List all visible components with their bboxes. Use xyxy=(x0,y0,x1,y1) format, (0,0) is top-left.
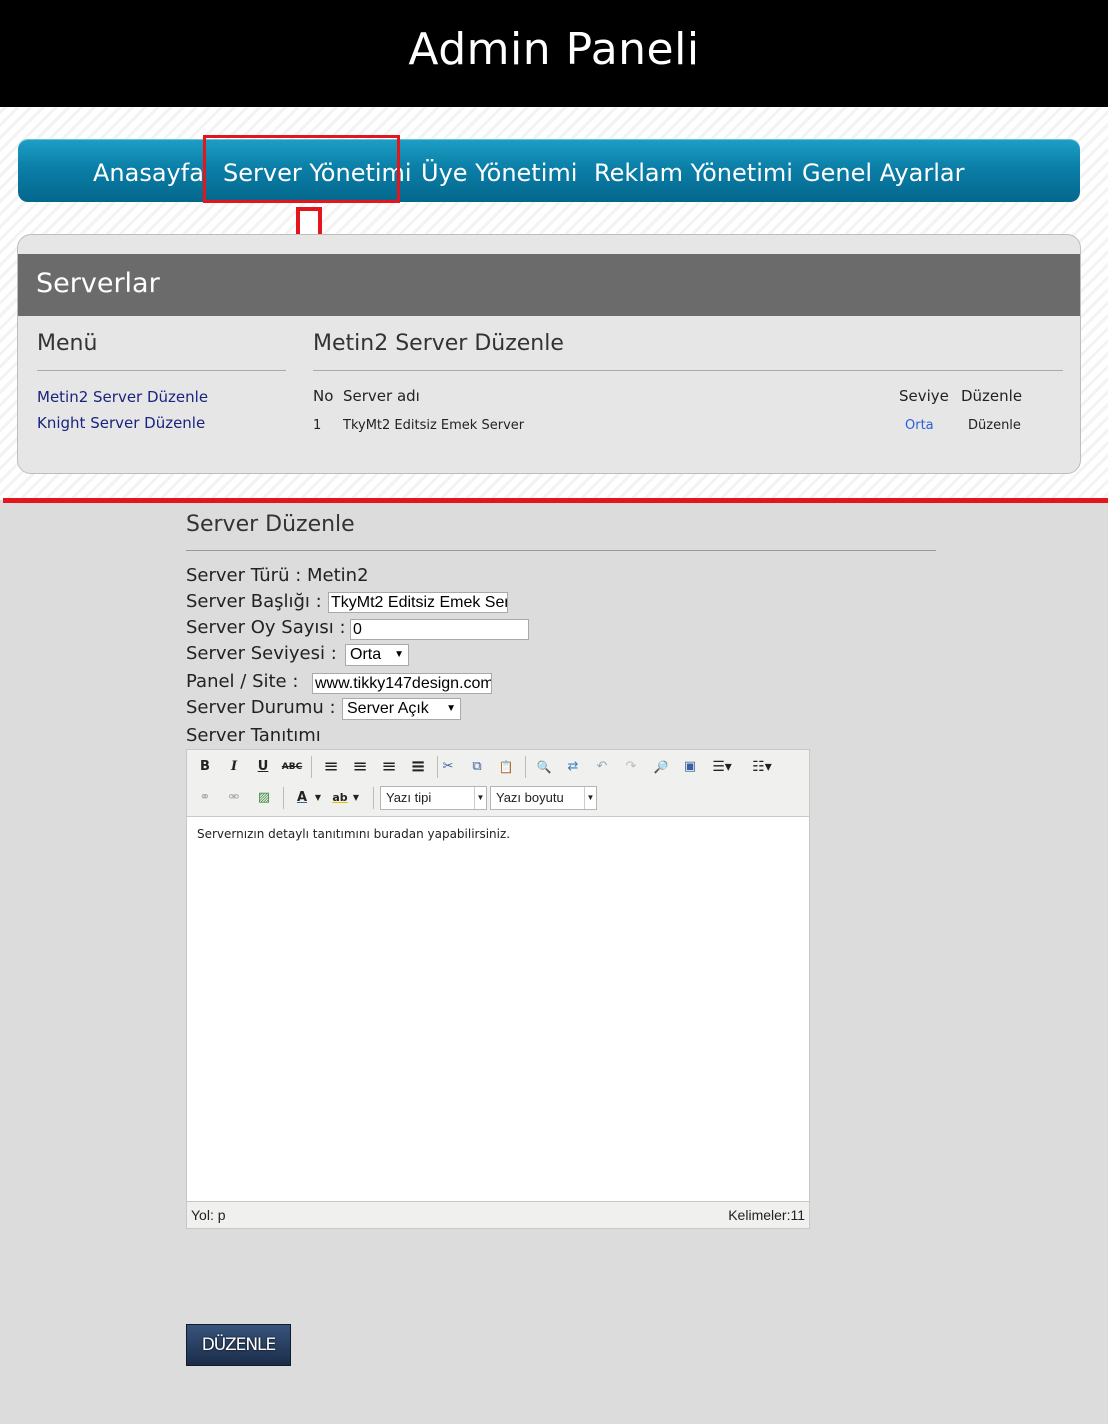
server-title-label: Server Başlığı : xyxy=(186,591,322,612)
divider xyxy=(313,370,1063,371)
divider xyxy=(186,550,936,551)
preview-icon[interactable]: 🔎 xyxy=(650,756,672,778)
nav-item-member-management[interactable]: Üye Yönetimi xyxy=(421,159,577,187)
underline-button[interactable]: U xyxy=(252,756,274,778)
find-icon[interactable]: 🔍 xyxy=(533,756,555,778)
chevron-down-icon: ▼ xyxy=(474,787,486,809)
column-header-name: Server adı xyxy=(343,387,420,405)
unlink-icon[interactable]: ⚮ xyxy=(223,787,245,809)
vote-count-label: Server Oy Sayısı : xyxy=(186,617,346,638)
sidebar-link-metin2[interactable]: Metin2 Server Düzenle xyxy=(37,388,208,406)
separator xyxy=(311,756,312,778)
editor-content-area[interactable]: Servernızın detaylı tanıtımını buradan y… xyxy=(187,817,809,1202)
main-navbar: Anasayfa Server Yönetimi Üye Yönetimi Re… xyxy=(18,139,1080,202)
sidebar-title: Menü xyxy=(37,331,98,356)
nav-item-ad-management[interactable]: Reklam Yönetimi xyxy=(594,159,793,187)
chevron-down-icon: ▼ xyxy=(394,649,404,660)
align-right-icon[interactable]: ≡ xyxy=(378,756,400,778)
copy-icon[interactable]: ⧉ xyxy=(466,756,488,778)
server-status-value: Server Açık xyxy=(347,700,429,717)
paste-icon[interactable]: 📋 xyxy=(495,756,517,778)
editor-statusbar: Yol: p Kelimeler:11 xyxy=(187,1201,809,1228)
font-size-label: Yazı boyutu xyxy=(496,790,564,805)
image-icon[interactable]: ▨ xyxy=(253,787,275,809)
separator xyxy=(373,787,374,809)
server-status-select[interactable]: Server Açık ▼ xyxy=(342,698,461,720)
server-level-value: Orta xyxy=(350,646,382,663)
submit-edit-button[interactable]: DÜZENLE xyxy=(186,1324,291,1366)
row-server-name: TkyMt2 Editsiz Emek Server xyxy=(343,418,525,433)
column-header-no: No xyxy=(313,387,334,405)
bullet-list-icon[interactable]: ☰▾ xyxy=(707,756,737,778)
chevron-down-icon[interactable]: ▼ xyxy=(351,787,361,809)
numbered-list-icon[interactable]: ☷▾ xyxy=(747,756,777,778)
row-no: 1 xyxy=(313,418,322,433)
sidebar-link-knight[interactable]: Knight Server Düzenle xyxy=(37,414,205,432)
redo-icon[interactable]: ↷ xyxy=(620,756,642,778)
editor-paragraph: Servernızın detaylı tanıtımını buradan y… xyxy=(197,827,511,841)
vote-count-input[interactable]: 0 xyxy=(350,619,529,640)
align-center-icon[interactable]: ≡ xyxy=(349,756,371,778)
row-edit-link[interactable]: Düzenle xyxy=(968,418,1021,433)
separator xyxy=(525,756,526,778)
server-status-label: Server Durumu : xyxy=(186,697,336,718)
server-title-input[interactable]: TkyMt2 Editsiz Emek Server xyxy=(328,592,508,613)
top-section: Admin Paneli Anasayfa Server Yönetimi Üy… xyxy=(0,0,1108,500)
row-level-link[interactable]: Orta xyxy=(905,418,934,433)
chevron-down-icon: ▼ xyxy=(446,703,456,714)
server-type-label: Server Türü : Metin2 xyxy=(186,565,369,586)
font-family-label: Yazı tipi xyxy=(386,790,432,805)
server-level-label: Server Seviyesi : xyxy=(186,643,337,664)
cut-icon[interactable]: ✂ xyxy=(437,756,459,778)
section-title: Metin2 Server Düzenle xyxy=(313,331,564,356)
rich-text-editor: B I U ABC ≡ ≡ ≡ ≡ ✂ ⧉ 📋 🔍 ⇄ ↶ ↷ 🔎 ▣ ☰▾ ☷… xyxy=(186,749,810,1229)
divider xyxy=(37,370,286,371)
link-icon[interactable]: ⚭ xyxy=(194,787,216,809)
separator xyxy=(283,787,284,809)
panel-site-label: Panel / Site : xyxy=(186,671,299,692)
bold-button[interactable]: B xyxy=(194,756,216,778)
panel-site-input[interactable]: www.tikky147design.com xyxy=(312,673,492,694)
align-left-icon[interactable]: ≡ xyxy=(320,756,342,778)
server-level-select[interactable]: Orta ▼ xyxy=(345,644,409,666)
replace-icon[interactable]: ⇄ xyxy=(562,756,584,778)
highlight-color-icon[interactable]: ab xyxy=(329,787,351,809)
red-divider xyxy=(3,498,1108,503)
panel-header: Serverlar xyxy=(18,254,1080,316)
editor-toolbar: B I U ABC ≡ ≡ ≡ ≡ ✂ ⧉ 📋 🔍 ⇄ ↶ ↷ 🔎 ▣ ☰▾ ☷… xyxy=(187,750,809,817)
font-family-dropdown[interactable]: Yazı tipi ▼ xyxy=(380,786,487,810)
nav-item-general-settings[interactable]: Genel Ayarlar xyxy=(802,159,964,187)
justify-icon[interactable]: ≡ xyxy=(407,756,429,778)
text-color-icon[interactable]: A xyxy=(291,787,313,809)
chevron-down-icon: ▼ xyxy=(584,787,596,809)
nav-item-home[interactable]: Anasayfa xyxy=(93,159,204,187)
highlight-box xyxy=(203,135,400,203)
servers-panel: Serverlar Menü Metin2 Server Düzenle Kni… xyxy=(17,234,1081,474)
column-header-level: Seviye xyxy=(899,387,949,405)
form-title: Server Düzenle xyxy=(186,512,355,537)
header: Admin Paneli xyxy=(0,0,1108,107)
word-count: Kelimeler:11 xyxy=(728,1207,805,1223)
fullscreen-icon[interactable]: ▣ xyxy=(679,756,701,778)
undo-icon[interactable]: ↶ xyxy=(591,756,613,778)
strikethrough-button[interactable]: ABC xyxy=(281,756,303,778)
element-path: Yol: p xyxy=(191,1207,226,1223)
panel-title: Serverlar xyxy=(36,268,160,299)
column-header-edit: Düzenle xyxy=(961,387,1023,405)
italic-button[interactable]: I xyxy=(223,756,245,778)
chevron-down-icon[interactable]: ▼ xyxy=(313,787,323,809)
page-title: Admin Paneli xyxy=(408,24,700,75)
font-size-dropdown[interactable]: Yazı boyutu ▼ xyxy=(490,786,597,810)
server-intro-label: Server Tanıtımı xyxy=(186,725,321,746)
